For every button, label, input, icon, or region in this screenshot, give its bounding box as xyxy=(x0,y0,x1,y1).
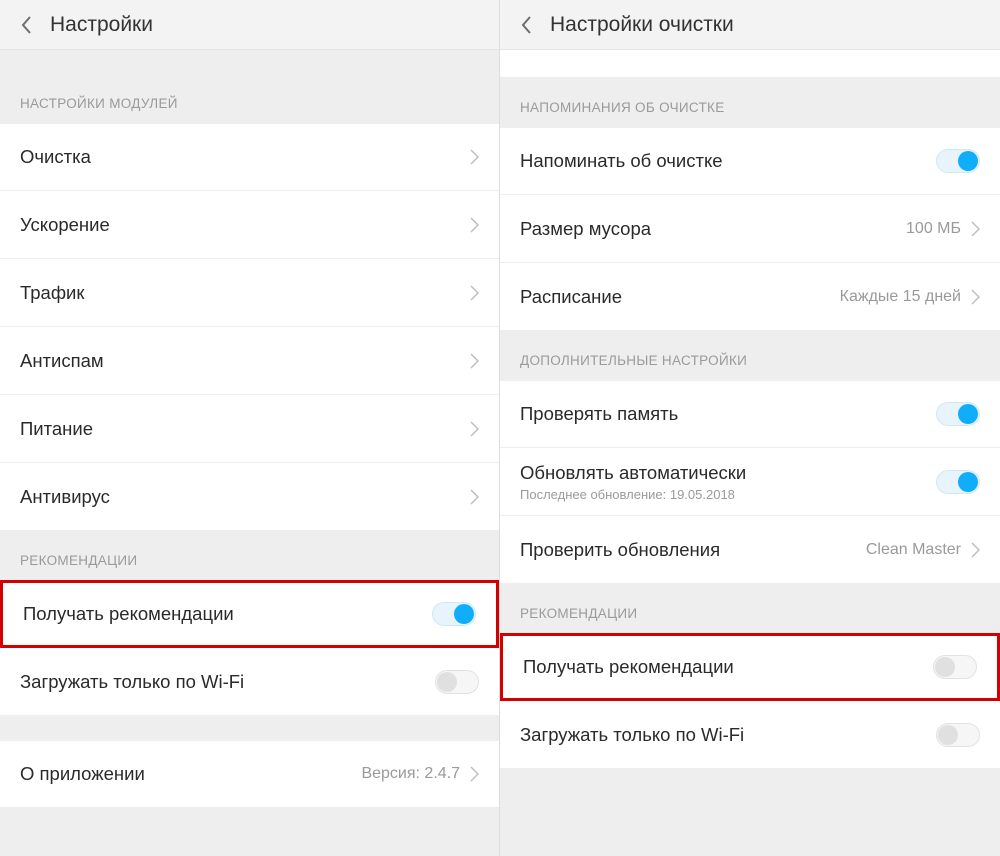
row-label: Антиспам xyxy=(20,350,470,372)
chevron-right-icon xyxy=(971,221,980,237)
section-header-modules: НАСТРОЙКИ МОДУЛЕЙ xyxy=(0,74,499,123)
row-label: Размер мусора xyxy=(520,218,906,240)
toggle-knob xyxy=(938,725,958,745)
settings-screen: Настройки НАСТРОЙКИ МОДУЛЕЙ Очистка Уско… xyxy=(0,0,500,856)
toggle-knob xyxy=(958,151,978,171)
chevron-right-icon xyxy=(470,421,479,437)
row-label: Проверять память xyxy=(520,403,936,425)
chevron-right-icon xyxy=(971,289,980,305)
row-label: Очистка xyxy=(20,146,470,168)
row-power[interactable]: Питание xyxy=(0,395,499,463)
row-cleanup[interactable]: Очистка xyxy=(0,123,499,191)
row-schedule[interactable]: Расписание Каждые 15 дней xyxy=(500,263,1000,331)
toggle-knob xyxy=(454,604,474,624)
chevron-right-icon xyxy=(971,542,980,558)
chevron-right-icon xyxy=(470,149,479,165)
row-antivirus[interactable]: Антивирус xyxy=(0,463,499,531)
section-header-recommendations: РЕКОМЕНДАЦИИ xyxy=(0,531,499,580)
row-label: Проверить обновления xyxy=(520,539,866,561)
chevron-right-icon xyxy=(470,217,479,233)
row-antispam[interactable]: Антиспам xyxy=(0,327,499,395)
row-remind-cleanup[interactable]: Напоминать об очистке xyxy=(500,127,1000,195)
row-label: Трафик xyxy=(20,282,470,304)
row-label: Ускорение xyxy=(20,214,470,236)
toggle-auto-update[interactable] xyxy=(936,470,980,494)
toggle-receive-recommendations[interactable] xyxy=(933,655,977,679)
row-check-memory[interactable]: Проверять память xyxy=(500,380,1000,448)
row-label: Получать рекомендации xyxy=(23,603,432,625)
spacer xyxy=(0,50,499,74)
page-title: Настройки xyxy=(50,13,153,37)
row-value: Каждые 15 дней xyxy=(840,288,961,306)
back-button[interactable] xyxy=(520,15,532,35)
row-trash-size[interactable]: Размер мусора 100 МБ xyxy=(500,195,1000,263)
toggle-check-memory[interactable] xyxy=(936,402,980,426)
row-boost[interactable]: Ускорение xyxy=(0,191,499,259)
toggle-wifi-only[interactable] xyxy=(435,670,479,694)
chevron-right-icon xyxy=(470,353,479,369)
row-label: Расписание xyxy=(520,286,840,308)
row-labels: Обновлять автоматически Последнее обновл… xyxy=(520,452,936,512)
toggle-knob xyxy=(935,657,955,677)
section-header-reminders: НАПОМИНАНИЯ ОБ ОЧИСТКЕ xyxy=(500,78,1000,127)
chevron-right-icon xyxy=(470,766,479,782)
row-sublabel: Последнее обновление: 19.05.2018 xyxy=(520,487,936,502)
row-label: Напоминать об очистке xyxy=(520,150,936,172)
partial-row xyxy=(500,50,1000,78)
version-text: Версия: 2.4.7 xyxy=(361,765,460,783)
row-value: Clean Master xyxy=(866,541,961,559)
cleanup-settings-screen: Настройки очистки НАПОМИНАНИЯ ОБ ОЧИСТКЕ… xyxy=(500,0,1000,856)
row-receive-recommendations[interactable]: Получать рекомендации xyxy=(500,633,1000,701)
toggle-knob xyxy=(958,472,978,492)
section-header-recommendations: РЕКОМЕНДАЦИИ xyxy=(500,584,1000,633)
header-bar: Настройки очистки xyxy=(500,0,1000,50)
row-about[interactable]: О приложении Версия: 2.4.7 xyxy=(0,740,499,808)
row-label: Питание xyxy=(20,418,470,440)
row-receive-recommendations[interactable]: Получать рекомендации xyxy=(0,580,499,648)
row-wifi-only[interactable]: Загружать только по Wi-Fi xyxy=(0,648,499,716)
row-label: Антивирус xyxy=(20,486,470,508)
toggle-receive-recommendations[interactable] xyxy=(432,602,476,626)
page-title: Настройки очистки xyxy=(550,13,734,37)
toggle-knob xyxy=(958,404,978,424)
chevron-right-icon xyxy=(470,285,479,301)
row-label: О приложении xyxy=(20,763,361,785)
row-wifi-only[interactable]: Загружать только по Wi-Fi xyxy=(500,701,1000,769)
header-bar: Настройки xyxy=(0,0,499,50)
row-label: Загружать только по Wi-Fi xyxy=(520,724,936,746)
chevron-left-icon xyxy=(520,15,532,35)
toggle-remind-cleanup[interactable] xyxy=(936,149,980,173)
chevron-left-icon xyxy=(20,15,32,35)
toggle-knob xyxy=(437,672,457,692)
row-label: Загружать только по Wi-Fi xyxy=(20,671,435,693)
section-header-extra: ДОПОЛНИТЕЛЬНЫЕ НАСТРОЙКИ xyxy=(500,331,1000,380)
spacer xyxy=(0,716,499,740)
row-auto-update[interactable]: Обновлять автоматически Последнее обновл… xyxy=(500,448,1000,516)
row-label: Получать рекомендации xyxy=(523,656,933,678)
row-check-updates[interactable]: Проверить обновления Clean Master xyxy=(500,516,1000,584)
row-label: Обновлять автоматически xyxy=(520,462,936,484)
toggle-wifi-only[interactable] xyxy=(936,723,980,747)
chevron-right-icon xyxy=(470,489,479,505)
row-value: 100 МБ xyxy=(906,220,961,238)
back-button[interactable] xyxy=(20,15,32,35)
row-traffic[interactable]: Трафик xyxy=(0,259,499,327)
